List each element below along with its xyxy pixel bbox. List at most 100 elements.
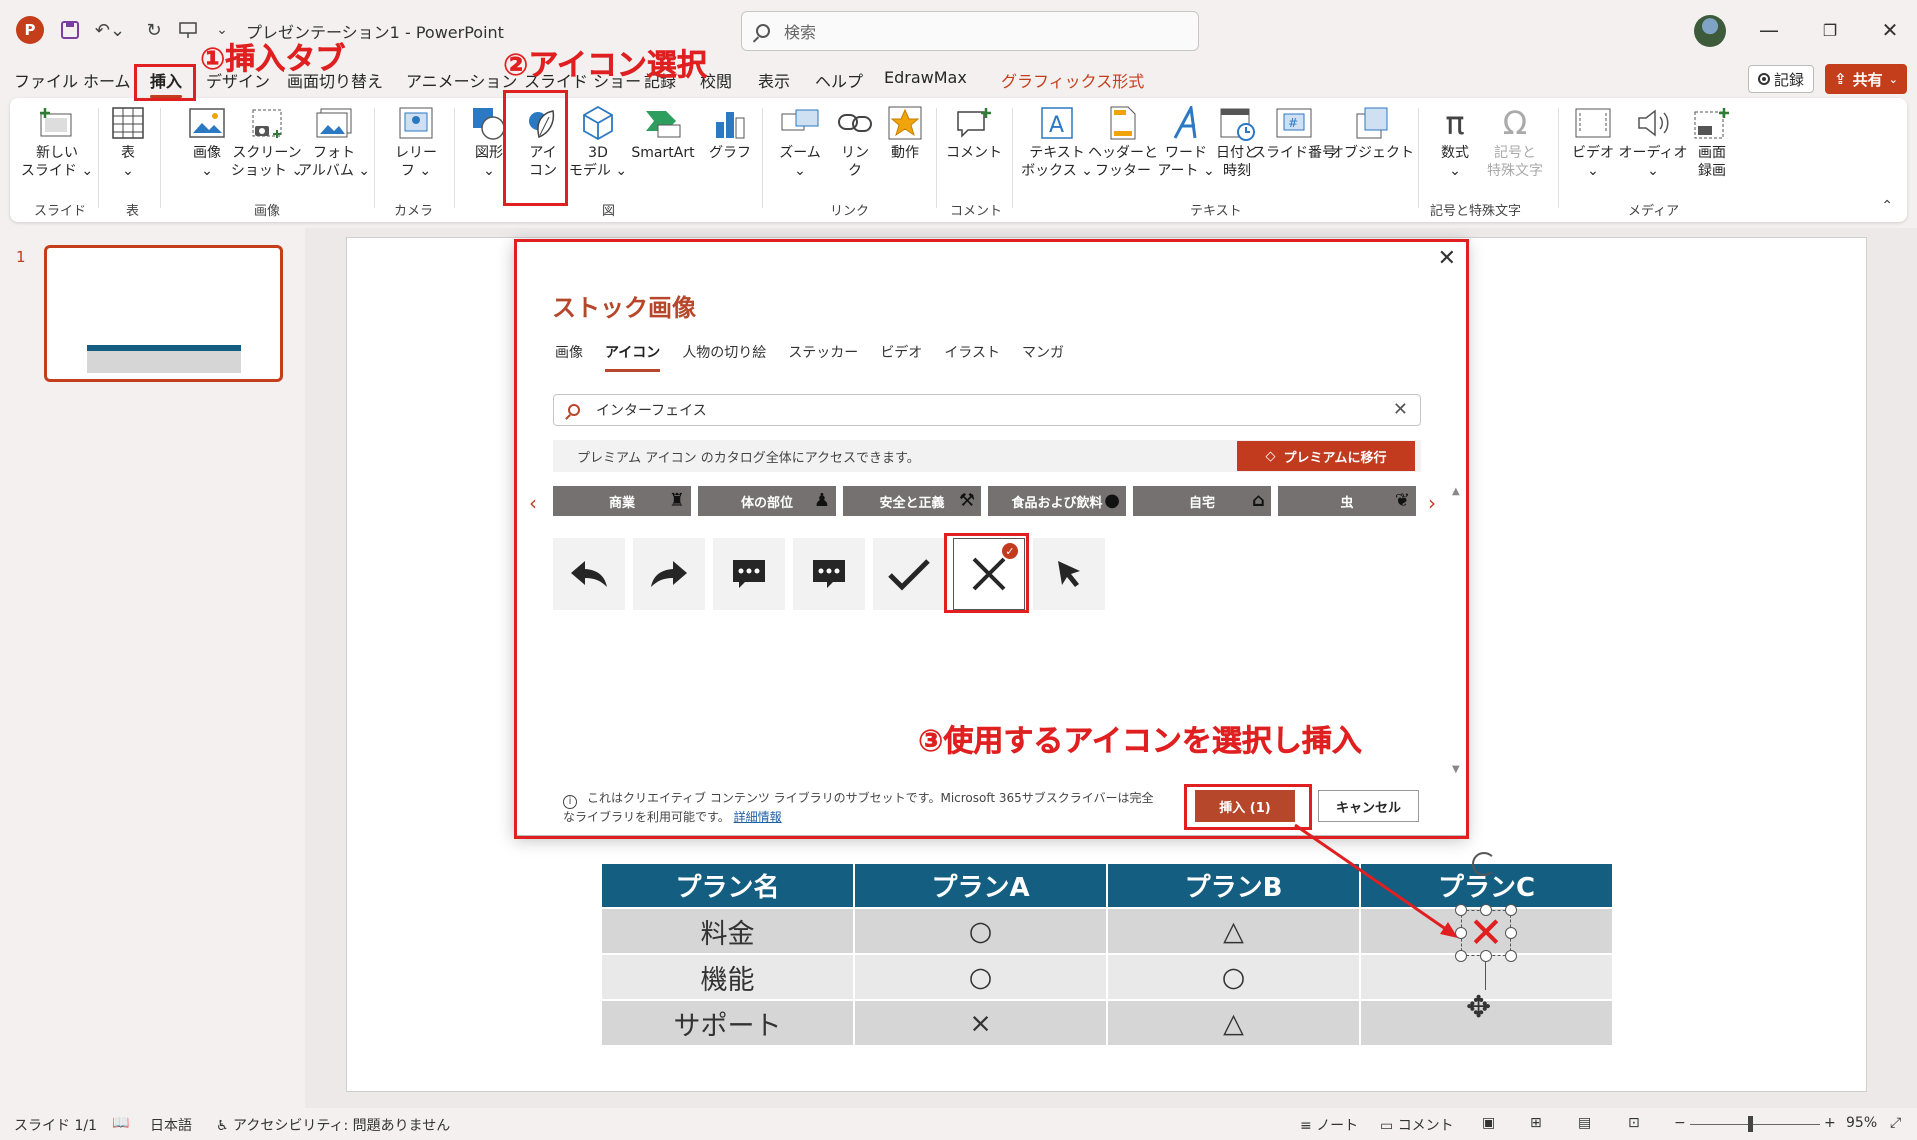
- status-bar: スライド 1/1 📖 日本語 ♿ アクセシビリティ: 問題ありません ≡ ノート…: [0, 1108, 1917, 1140]
- screen-record-button[interactable]: 画面 録画: [1686, 104, 1738, 180]
- slide-sorter-icon[interactable]: ⊞: [1530, 1115, 1542, 1131]
- group-label-media: メディア: [1628, 204, 1680, 219]
- redo-icon[interactable]: ↻: [140, 16, 168, 44]
- tab-help[interactable]: ヘルプ: [815, 68, 863, 92]
- slide-number-button[interactable]: # スライド番号: [1252, 104, 1336, 162]
- object-icon: [1353, 104, 1391, 142]
- minimize-button[interactable]: —: [1749, 14, 1789, 46]
- annotation-box-icon-button: [503, 90, 568, 206]
- tab-animations[interactable]: アニメーション: [406, 68, 517, 92]
- annotation-step3: ③使用するアイコンを選択し挿入: [918, 724, 1362, 760]
- resize-handle[interactable]: [1505, 904, 1517, 916]
- table-cell[interactable]: 機能: [602, 955, 853, 999]
- table-button[interactable]: 表 ⌄: [106, 104, 150, 180]
- avatar[interactable]: [1694, 15, 1726, 47]
- chart-button[interactable]: グラフ: [706, 104, 754, 162]
- table-cell[interactable]: △: [1108, 1001, 1359, 1045]
- object-button[interactable]: オブジェクト: [1330, 104, 1414, 162]
- maximize-button[interactable]: ❐: [1810, 14, 1850, 46]
- resize-handle[interactable]: [1480, 950, 1492, 962]
- record-button[interactable]: 記録: [1748, 65, 1814, 93]
- fit-to-window-icon[interactable]: ⤢: [1890, 1115, 1901, 1131]
- table-cell[interactable]: 料金: [602, 909, 853, 953]
- table-cell[interactable]: ○: [855, 909, 1106, 953]
- table-header-cell[interactable]: プランA: [855, 864, 1106, 907]
- resize-handle[interactable]: [1505, 927, 1517, 939]
- normal-view-icon[interactable]: ▣: [1482, 1115, 1495, 1131]
- comment-button[interactable]: コメント: [944, 104, 1004, 162]
- zoom-slider-track[interactable]: [1690, 1124, 1820, 1125]
- zoom-slider-thumb[interactable]: [1748, 1116, 1753, 1132]
- slideshow-view-icon[interactable]: ⊡: [1628, 1115, 1640, 1131]
- textbox-button[interactable]: A テキスト ボックス ⌄: [1021, 104, 1093, 180]
- table-cell[interactable]: ○: [855, 955, 1106, 999]
- screenshot-button[interactable]: スクリーン ショット ⌄: [231, 104, 303, 180]
- group-separator: [160, 108, 161, 208]
- video-icon: [1574, 104, 1612, 142]
- collapse-ribbon-icon[interactable]: ⌃: [1881, 198, 1893, 214]
- thumbnail-table: [87, 345, 241, 373]
- search-input[interactable]: 検索: [741, 11, 1199, 51]
- table-cell[interactable]: サポート: [602, 1001, 853, 1045]
- spellcheck-icon[interactable]: 📖: [112, 1115, 129, 1131]
- reading-view-icon[interactable]: ▤: [1578, 1115, 1591, 1131]
- tab-graphics-format[interactable]: グラフィックス形式: [1001, 68, 1144, 92]
- group-label-illustrations: 図: [602, 204, 616, 219]
- header-footer-button[interactable]: ヘッダーと フッター: [1088, 104, 1158, 180]
- resize-handle[interactable]: [1480, 904, 1492, 916]
- close-button[interactable]: ✕: [1870, 14, 1910, 46]
- cameo-icon: [397, 104, 435, 142]
- tab-view[interactable]: 表示: [758, 68, 790, 92]
- zoom-button[interactable]: ズーム ⌄: [772, 104, 828, 180]
- tab-home[interactable]: ホーム: [83, 68, 131, 92]
- rotate-handle[interactable]: [1472, 852, 1496, 876]
- action-icon: [886, 104, 924, 142]
- link-button[interactable]: リン ク: [832, 104, 878, 180]
- smartart-button[interactable]: SmartArt: [624, 104, 702, 162]
- picture-button[interactable]: 画像 ⌄: [182, 104, 232, 180]
- audio-button[interactable]: オーディオ ⌄: [1618, 104, 1688, 180]
- cameo-button[interactable]: レリー フ ⌄: [388, 104, 444, 180]
- picture-icon: [188, 104, 226, 142]
- group-separator: [936, 108, 937, 208]
- powerpoint-logo-icon: P: [16, 16, 44, 44]
- zoom-out-button[interactable]: −: [1674, 1115, 1686, 1131]
- new-slide-icon: [38, 104, 76, 142]
- group-label-text: テキスト: [1190, 204, 1242, 219]
- zoom-in-button[interactable]: +: [1824, 1115, 1836, 1131]
- 3d-model-icon: [579, 104, 617, 142]
- resize-handle[interactable]: [1505, 950, 1517, 962]
- present-icon[interactable]: [174, 16, 202, 44]
- slide-number: 1: [16, 248, 26, 266]
- group-label-links: リンク: [830, 204, 870, 219]
- language-indicator[interactable]: 日本語: [150, 1115, 192, 1135]
- notes-button[interactable]: ≡ ノート: [1300, 1115, 1358, 1135]
- slide-thumbnail[interactable]: [44, 245, 283, 382]
- comments-button[interactable]: ▭ コメント: [1380, 1115, 1454, 1135]
- new-slide-button[interactable]: 新しい スライド ⌄: [21, 104, 93, 180]
- annotation-arrow: [1294, 823, 1458, 938]
- table-cell[interactable]: ○: [1108, 955, 1359, 999]
- 3d-model-button[interactable]: 3D モデル ⌄: [569, 104, 627, 180]
- accessibility-status[interactable]: ♿ アクセシビリティ: 問題ありません: [216, 1115, 450, 1135]
- zoom-level[interactable]: 95%: [1846, 1115, 1877, 1131]
- table-header-cell[interactable]: プラン名: [602, 864, 853, 907]
- wordart-button[interactable]: ワード アート ⌄: [1156, 104, 1216, 180]
- undo-icon[interactable]: ↶⌄: [92, 16, 128, 44]
- action-button[interactable]: 動作: [882, 104, 928, 162]
- video-button[interactable]: ビデオ ⌄: [1566, 104, 1620, 180]
- accessibility-icon: ♿: [216, 1118, 229, 1134]
- smartart-icon: [644, 104, 682, 142]
- photo-album-button[interactable]: フォト アルバム ⌄: [298, 104, 370, 180]
- share-button[interactable]: ⇪ 共有 ⌄: [1825, 64, 1907, 94]
- equation-button[interactable]: π 数式 ⌄: [1428, 104, 1482, 180]
- resize-handle[interactable]: [1455, 950, 1467, 962]
- save-icon[interactable]: [56, 16, 84, 44]
- connector-line: [1485, 962, 1486, 990]
- record-icon: [1757, 73, 1770, 85]
- group-separator: [98, 108, 99, 208]
- symbol-button[interactable]: Ω 記号と 特殊文字: [1480, 104, 1550, 180]
- tab-file[interactable]: ファイル: [14, 68, 78, 92]
- table-cell[interactable]: ×: [855, 1001, 1106, 1045]
- tab-edrawmax[interactable]: EdrawMax: [884, 68, 967, 87]
